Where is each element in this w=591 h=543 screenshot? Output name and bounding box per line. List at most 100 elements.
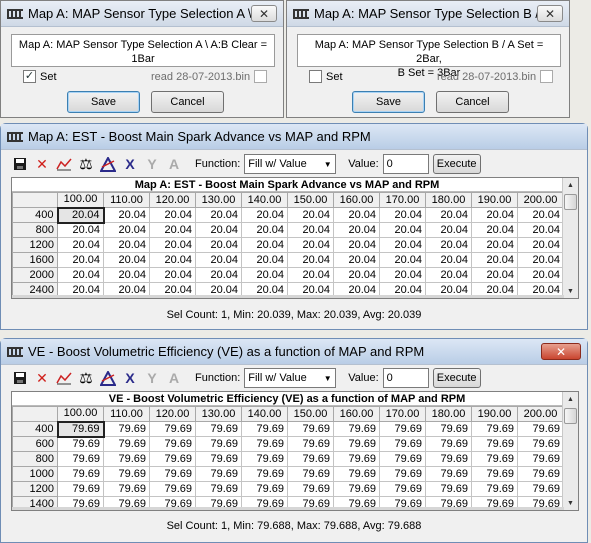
table-cell[interactable]: 20.04: [333, 267, 380, 283]
row-header[interactable]: 800: [12, 222, 58, 238]
table-cell[interactable]: 79.69: [57, 466, 104, 482]
table-cell[interactable]: 79.69: [517, 421, 564, 437]
table-cell[interactable]: 79.69: [425, 421, 472, 437]
scroll-up-icon[interactable]: ▲: [563, 178, 578, 192]
table-cell[interactable]: 79.69: [57, 481, 104, 497]
table-cell[interactable]: 20.04: [57, 252, 104, 268]
table-cell[interactable]: 20.04: [241, 267, 288, 283]
table-cell[interactable]: 20.04: [287, 252, 334, 268]
table-cell[interactable]: 20.04: [287, 237, 334, 253]
table-cell[interactable]: 20.04: [425, 222, 472, 238]
table-cell[interactable]: 20.04: [333, 222, 380, 238]
table-cell[interactable]: 79.69: [195, 451, 242, 467]
table-cell[interactable]: 79.69: [379, 451, 426, 467]
interpolate-icon[interactable]: [99, 369, 117, 387]
table-cell[interactable]: 79.69: [471, 451, 518, 467]
row-header[interactable]: 1000: [12, 466, 58, 482]
dialog-a-cancel-button[interactable]: Cancel: [151, 91, 224, 113]
dialog-b-set-checkbox[interactable]: Set: [309, 70, 343, 83]
column-header[interactable]: 110.00: [103, 406, 150, 422]
table-cell[interactable]: 79.69: [195, 481, 242, 497]
ve-close-button[interactable]: ✕: [541, 343, 581, 360]
table-cell[interactable]: 79.69: [333, 466, 380, 482]
table-cell[interactable]: 79.69: [287, 436, 334, 452]
table-cell[interactable]: 79.69: [517, 436, 564, 452]
save-icon[interactable]: [11, 155, 29, 173]
table-cell[interactable]: 20.04: [379, 207, 426, 223]
column-header[interactable]: 120.00: [149, 406, 196, 422]
table-cell[interactable]: 79.69: [425, 466, 472, 482]
table-cell[interactable]: 79.69: [379, 481, 426, 497]
ve-titlebar[interactable]: VE - Boost Volumetric Efficiency (VE) as…: [1, 339, 587, 365]
column-header[interactable]: 180.00: [425, 406, 472, 422]
est-horizontal-scrollbar[interactable]: [12, 295, 564, 298]
table-cell[interactable]: 79.69: [517, 466, 564, 482]
column-header[interactable]: 160.00: [333, 406, 380, 422]
table-cell[interactable]: 20.04: [287, 222, 334, 238]
table-cell[interactable]: 79.69: [149, 421, 196, 437]
column-header[interactable]: 150.00: [287, 406, 334, 422]
column-header[interactable]: 130.00: [195, 406, 242, 422]
table-cell[interactable]: 79.69: [103, 451, 150, 467]
row-header[interactable]: 800: [12, 451, 58, 467]
table-cell[interactable]: 79.69: [103, 466, 150, 482]
fork-icon[interactable]: Y: [143, 155, 161, 173]
column-header[interactable]: 190.00: [471, 406, 518, 422]
table-cell[interactable]: 79.69: [195, 436, 242, 452]
table-cell[interactable]: 79.69: [287, 451, 334, 467]
table-cell[interactable]: 79.69: [241, 481, 288, 497]
table-cell[interactable]: 20.04: [241, 222, 288, 238]
table-cell[interactable]: 79.69: [149, 481, 196, 497]
column-header[interactable]: 200.00: [517, 406, 564, 422]
scroll-down-icon[interactable]: ▼: [563, 496, 578, 510]
table-cell[interactable]: 20.04: [241, 237, 288, 253]
table-cell[interactable]: 79.69: [425, 481, 472, 497]
table-cell[interactable]: 20.04: [149, 207, 196, 223]
column-header[interactable]: 170.00: [379, 192, 426, 208]
function-select[interactable]: Fill w/ Value ▼: [244, 368, 337, 388]
table-cell[interactable]: 20.04: [471, 237, 518, 253]
table-cell[interactable]: 79.69: [287, 466, 334, 482]
table-cell[interactable]: 20.04: [471, 267, 518, 283]
table-cell[interactable]: 20.04: [379, 267, 426, 283]
scroll-down-icon[interactable]: ▼: [563, 284, 578, 298]
est-vertical-scrollbar[interactable]: ▲ ▼: [562, 178, 578, 298]
table-cell[interactable]: 79.69: [57, 451, 104, 467]
dialog-a-file-check[interactable]: [254, 70, 268, 83]
table-cell[interactable]: 79.69: [57, 436, 104, 452]
row-header[interactable]: 400: [12, 421, 58, 437]
table-cell[interactable]: 20.04: [103, 222, 150, 238]
column-header[interactable]: 150.00: [287, 192, 334, 208]
row-header[interactable]: 1200: [12, 237, 58, 253]
delete-icon[interactable]: ✕: [33, 369, 51, 387]
execute-button[interactable]: Execute: [432, 154, 481, 174]
table-cell[interactable]: 20.04: [57, 267, 104, 283]
scroll-thumb[interactable]: [564, 194, 577, 210]
dialog-a-set-check[interactable]: ✓: [23, 70, 36, 83]
table-cell[interactable]: 79.69: [379, 421, 426, 437]
table-cell[interactable]: 20.04: [149, 267, 196, 283]
dialog-a-set-checkbox[interactable]: ✓ Set: [23, 70, 57, 83]
table-cell[interactable]: 79.69: [287, 481, 334, 497]
balance-icon[interactable]: ⚖: [77, 155, 95, 173]
row-header[interactable]: 400: [12, 207, 58, 223]
row-header[interactable]: 600: [12, 436, 58, 452]
value-input[interactable]: 0: [382, 368, 429, 388]
table-cell[interactable]: 79.69: [103, 481, 150, 497]
table-cell[interactable]: 79.69: [149, 451, 196, 467]
table-cell[interactable]: 20.04: [103, 237, 150, 253]
column-header[interactable]: 140.00: [241, 406, 288, 422]
table-cell[interactable]: 20.04: [471, 222, 518, 238]
table-cell[interactable]: 20.04: [425, 267, 472, 283]
column-header[interactable]: 120.00: [149, 192, 196, 208]
table-cell[interactable]: 20.04: [517, 267, 564, 283]
table-cell[interactable]: 79.69: [241, 436, 288, 452]
table-cell[interactable]: 20.04: [379, 237, 426, 253]
table-cell[interactable]: 20.04: [287, 207, 334, 223]
dialog-a-save-button[interactable]: Save: [67, 91, 140, 113]
table-cell[interactable]: 20.04: [425, 237, 472, 253]
clear-x-icon[interactable]: X: [121, 155, 139, 173]
table-cell[interactable]: 79.69: [103, 421, 150, 437]
dialog-a-close-button[interactable]: ✕: [251, 5, 277, 22]
dialog-a-titlebar[interactable]: Map A: MAP Sensor Type Selection A \ ...…: [1, 1, 283, 27]
